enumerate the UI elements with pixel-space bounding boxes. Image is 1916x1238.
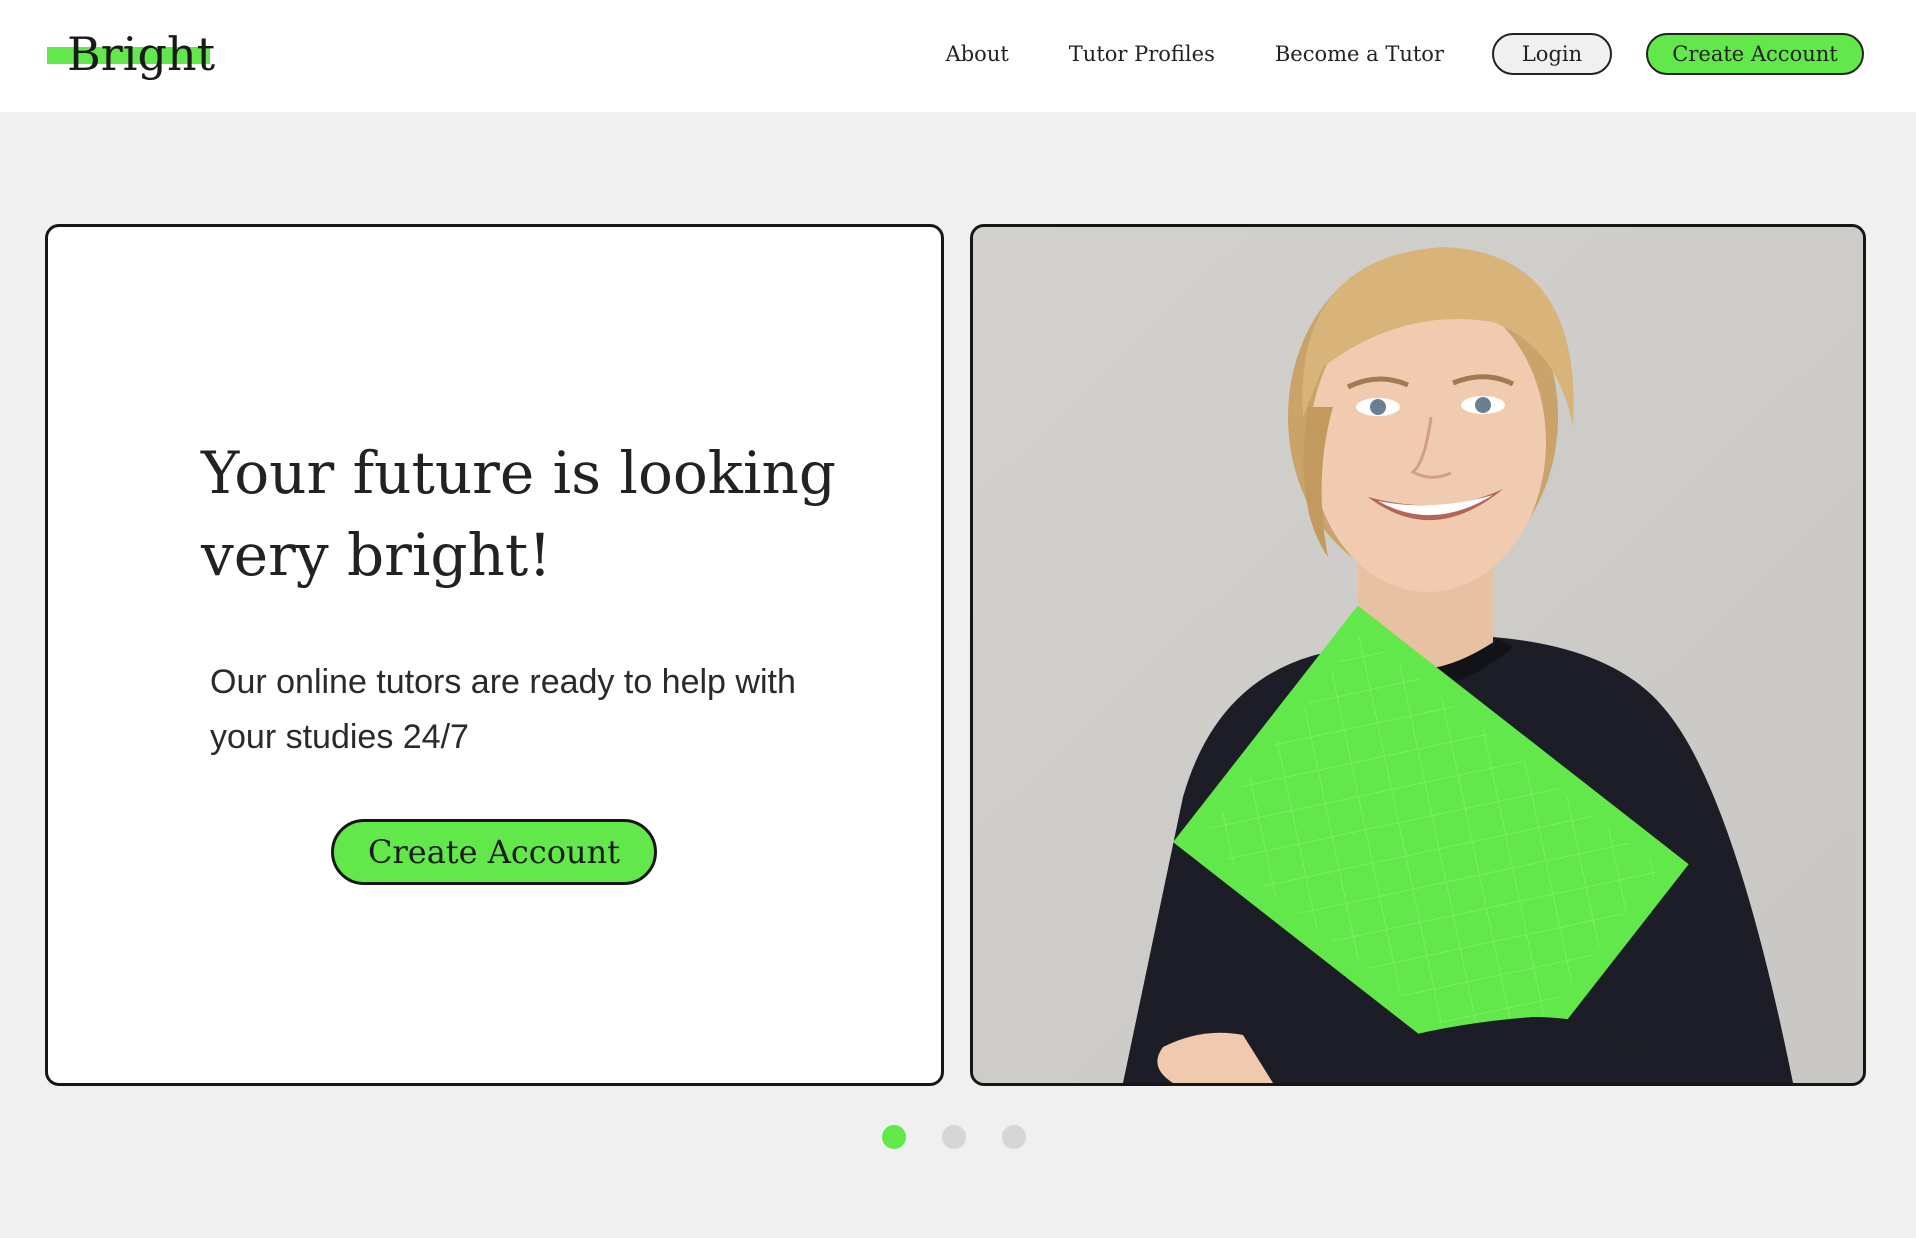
top-navbar: Bright About Tutor Profiles Become a Tut…	[0, 0, 1916, 112]
logo-text: Bright	[67, 27, 216, 81]
hero-subtext: Our online tutors are ready to help with…	[210, 663, 796, 756]
nav-links: About Tutor Profiles Become a Tutor Logi…	[946, 32, 1864, 76]
nav-link-tutor-profiles[interactable]: Tutor Profiles	[1069, 42, 1215, 66]
hero-text-card: Your future is looking very bright! Our …	[45, 224, 944, 1086]
carousel-dot-1[interactable]	[882, 1125, 906, 1149]
hero-create-account-button[interactable]: Create Account	[331, 819, 657, 885]
hero-image-card	[970, 224, 1866, 1086]
carousel-dot-2[interactable]	[942, 1125, 966, 1149]
carousel-dots	[882, 1125, 1062, 1149]
hero-headline: Your future is looking very bright!	[201, 439, 836, 589]
smiling-woman-photo-icon	[973, 227, 1863, 1083]
nav-create-account-button[interactable]: Create Account	[1646, 33, 1864, 75]
bright-logo[interactable]: Bright	[47, 20, 215, 90]
login-button[interactable]: Login	[1492, 33, 1612, 75]
nav-link-about[interactable]: About	[946, 42, 1009, 66]
nav-link-become-a-tutor[interactable]: Become a Tutor	[1275, 42, 1444, 66]
carousel-dot-3[interactable]	[1002, 1125, 1026, 1149]
